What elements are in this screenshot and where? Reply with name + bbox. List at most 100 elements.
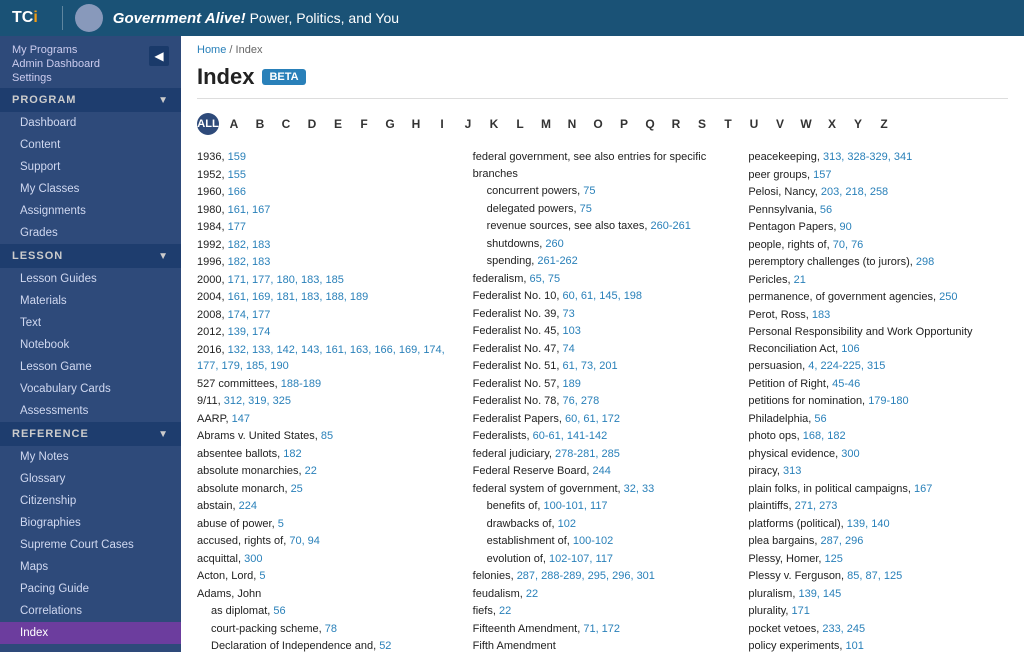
sidebar-my-programs[interactable]: My Programs [12,44,100,56]
list-item: plaintiffs, 271, 273 [748,498,1008,515]
list-item: Adams, John [197,586,457,603]
beta-badge: BETA [262,69,305,85]
alpha-X[interactable]: X [821,113,843,135]
alpha-R[interactable]: R [665,113,687,135]
alpha-G[interactable]: G [379,113,401,135]
sidebar-item-support[interactable]: Support [0,156,181,178]
list-item: felonies, 287, 288-289, 295, 296, 301 [473,568,733,585]
tci-logo: TCi [12,9,38,27]
list-item: people, rights of, 70, 76 [748,237,1008,254]
alpha-L[interactable]: L [509,113,531,135]
sidebar-item-dashboard[interactable]: Dashboard [0,112,181,134]
sidebar-item-citizenship[interactable]: Citizenship [0,490,181,512]
reference-arrow-icon: ▼ [158,429,169,440]
alpha-Q[interactable]: Q [639,113,661,135]
sidebar-item-maps[interactable]: Maps [0,556,181,578]
program-arrow-icon: ▼ [158,95,169,106]
sidebar-top-links: My Programs Admin Dashboard Settings ◀ [0,36,181,88]
alpha-P[interactable]: P [613,113,635,135]
sidebar-item-lesson-guides[interactable]: Lesson Guides [0,268,181,290]
main-layout: My Programs Admin Dashboard Settings ◀ P… [0,36,1024,652]
index-col-3: peacekeeping, 313, 328-329, 341 peer gro… [748,149,1008,652]
alpha-D[interactable]: D [301,113,323,135]
page-title: Index [197,64,254,90]
sidebar-item-assessments[interactable]: Assessments [0,400,181,422]
index-content: 1936, 159 1952, 155 1960, 166 1980, 161,… [181,141,1024,652]
list-item: plain folks, in political campaigns, 167 [748,481,1008,498]
list-item: spending, 261-262 [473,253,733,270]
alpha-B[interactable]: B [249,113,271,135]
sidebar-item-lesson-game[interactable]: Lesson Game [0,356,181,378]
alpha-O[interactable]: O [587,113,609,135]
index-col-1: 1936, 159 1952, 155 1960, 166 1980, 161,… [197,149,457,652]
list-item: accused, rights of, 70, 94 [197,533,457,550]
sidebar-admin-dashboard[interactable]: Admin Dashboard [12,58,100,70]
breadcrumb: Home / Index [181,36,1024,60]
sidebar-item-pacing-guide[interactable]: Pacing Guide [0,578,181,600]
alpha-F[interactable]: F [353,113,375,135]
alpha-I[interactable]: I [431,113,453,135]
alpha-N[interactable]: N [561,113,583,135]
sidebar-item-content[interactable]: Content [0,134,181,156]
alpha-W[interactable]: W [795,113,817,135]
list-item: fiefs, 22 [473,603,733,620]
sidebar-item-glossary[interactable]: Glossary [0,468,181,490]
sidebar-item-correlations[interactable]: Correlations [0,600,181,622]
list-item: Fifth Amendment [473,638,733,652]
list-item: Pericles, 21 [748,272,1008,289]
sidebar-item-assignments[interactable]: Assignments [0,200,181,222]
alpha-A[interactable]: A [223,113,245,135]
sidebar-item-biographies[interactable]: Biographies [0,512,181,534]
list-item: Federalist No. 51, 61, 73, 201 [473,358,733,375]
list-item: physical evidence, 300 [748,446,1008,463]
list-item: benefits of, 100-101, 117 [473,498,733,515]
list-item: plurality, 171 [748,603,1008,620]
sidebar-item-my-notes[interactable]: My Notes [0,446,181,468]
list-item: Perot, Ross, 183 [748,307,1008,324]
alpha-V[interactable]: V [769,113,791,135]
sidebar-item-supreme-court-cases[interactable]: Supreme Court Cases [0,534,181,556]
alpha-U[interactable]: U [743,113,765,135]
alpha-M[interactable]: M [535,113,557,135]
list-item: pluralism, 139, 145 [748,586,1008,603]
list-item: peacekeeping, 313, 328-329, 341 [748,149,1008,166]
avatar [75,4,103,32]
list-item: 2000, 171, 177, 180, 183, 185 [197,272,457,289]
index-col-2: federal government, see also entries for… [473,149,733,652]
sidebar-item-materials[interactable]: Materials [0,290,181,312]
alpha-S[interactable]: S [691,113,713,135]
sidebar-item-my-classes[interactable]: My Classes [0,178,181,200]
alpha-C[interactable]: C [275,113,297,135]
list-item: Federalist No. 45, 103 [473,323,733,340]
alpha-K[interactable]: K [483,113,505,135]
sidebar-section-program[interactable]: PROGRAM ▼ [0,88,181,112]
list-item: 2008, 174, 177 [197,307,457,324]
sidebar-collapse-button[interactable]: ◀ [149,46,169,66]
list-item: 1980, 161, 167 [197,202,457,219]
alpha-all-button[interactable]: ALL [197,113,219,135]
sidebar-item-notebook[interactable]: Notebook [0,334,181,356]
alpha-J[interactable]: J [457,113,479,135]
sidebar-section-lesson[interactable]: LESSON ▼ [0,244,181,268]
sidebar-settings[interactable]: Settings [12,72,100,84]
list-item: Plessy v. Ferguson, 85, 87, 125 [748,568,1008,585]
sidebar-section-reference[interactable]: REFERENCE ▼ [0,422,181,446]
list-item: 2004, 161, 169, 181, 183, 188, 189 [197,289,457,306]
list-item: 2012, 139, 174 [197,324,457,341]
breadcrumb-current: Index [236,44,263,56]
sidebar-item-index[interactable]: Index [0,622,181,644]
alpha-H[interactable]: H [405,113,427,135]
alpha-Y[interactable]: Y [847,113,869,135]
sidebar-item-text[interactable]: Text [0,312,181,334]
list-item: absolute monarch, 25 [197,481,457,498]
sidebar-item-grades[interactable]: Grades [0,222,181,244]
sidebar-item-vocabulary-cards[interactable]: Vocabulary Cards [0,378,181,400]
alpha-E[interactable]: E [327,113,349,135]
title-divider [197,98,1008,99]
alpha-T[interactable]: T [717,113,739,135]
sidebar: My Programs Admin Dashboard Settings ◀ P… [0,36,181,652]
breadcrumb-home[interactable]: Home [197,44,226,56]
alpha-Z[interactable]: Z [873,113,895,135]
list-item: Federalists, 60-61, 141-142 [473,428,733,445]
list-item: Pentagon Papers, 90 [748,219,1008,236]
